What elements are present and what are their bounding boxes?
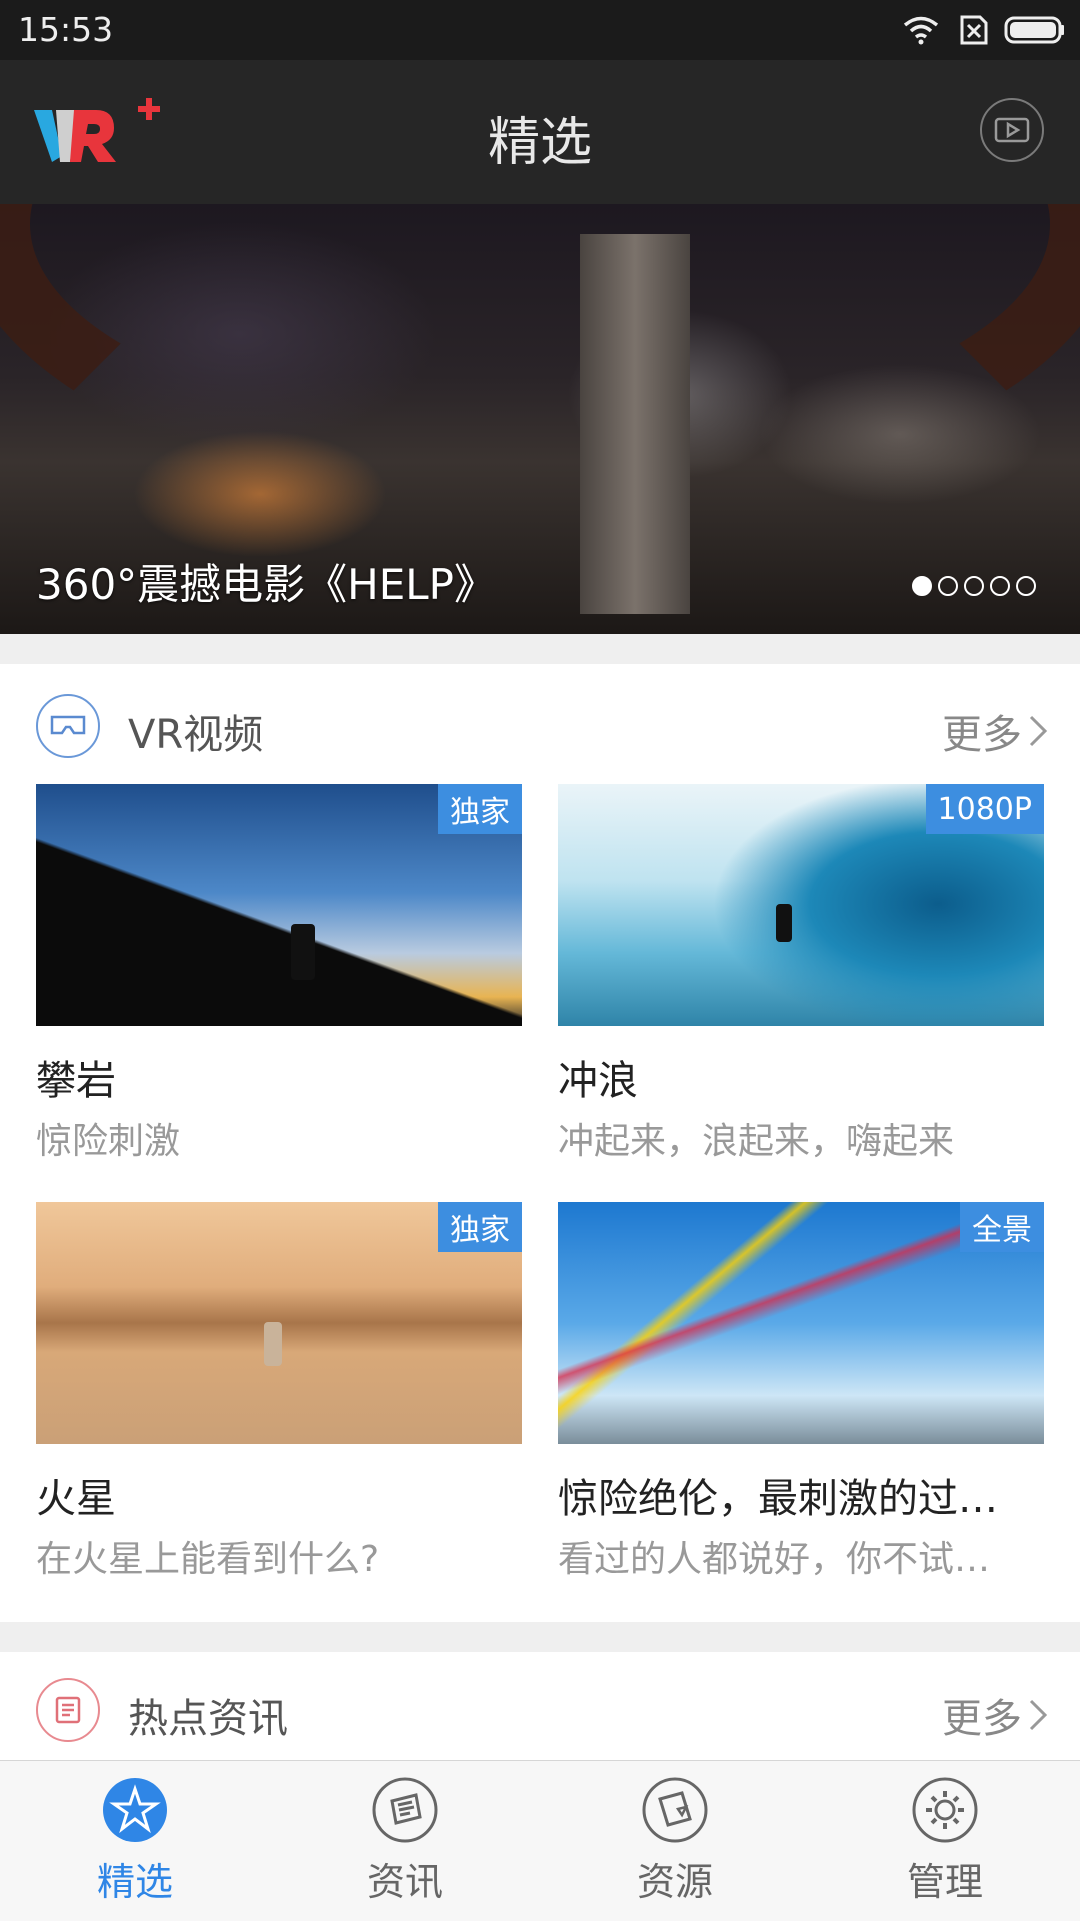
video-title: 火星: [36, 1476, 116, 1522]
wifi-icon: [903, 16, 939, 45]
section-header: VR视频 更多: [0, 664, 1080, 784]
banner-image: [0, 204, 1080, 504]
tab-news[interactable]: 资讯: [315, 1761, 495, 1921]
more-link[interactable]: 更多: [942, 1686, 1048, 1744]
tab-label: 资讯: [366, 1860, 443, 1904]
video-subtitle: 惊险刺激: [36, 1121, 181, 1162]
tab-label: 资源: [636, 1860, 713, 1904]
pagination-dot[interactable]: [964, 576, 984, 596]
news-section: 热点资讯 更多: [0, 1652, 1080, 1760]
banner-pagination: [912, 576, 1036, 596]
bottom-tab-bar: 精选 资讯 资源 管理: [0, 1760, 1080, 1921]
video-subtitle: 看过的人都说好，你不试…: [558, 1539, 991, 1580]
banner-caption: 360°震撼电影《HELP》: [36, 560, 497, 609]
tab-manage[interactable]: 管理: [855, 1761, 1035, 1921]
video-badge: 独家: [438, 784, 522, 834]
resource-icon: [642, 1777, 708, 1843]
video-card[interactable]: 独家 攀岩 惊险刺激: [36, 784, 522, 1164]
star-icon: [103, 1778, 167, 1842]
no-sim-icon: [960, 15, 988, 45]
chevron-right-icon: [1029, 715, 1048, 747]
pagination-dot[interactable]: [1016, 576, 1036, 596]
video-badge: 独家: [438, 1202, 522, 1252]
pagination-dot[interactable]: [938, 576, 958, 596]
video-subtitle: 冲起来，浪起来，嗨起来: [558, 1121, 955, 1162]
pagination-dot[interactable]: [990, 576, 1010, 596]
tab-resources[interactable]: 资源: [585, 1761, 765, 1921]
video-badge: 全景: [960, 1202, 1044, 1252]
status-bar: 15:53: [0, 0, 1080, 60]
chevron-right-icon: [1029, 1699, 1048, 1731]
video-badge: 1080P: [925, 784, 1044, 834]
video-thumbnail: 1080P: [558, 784, 1044, 1026]
video-thumbnail: 全景: [558, 1202, 1044, 1444]
tab-label: 管理: [906, 1860, 983, 1904]
video-thumbnail: 独家: [36, 1202, 522, 1444]
gear-icon: [912, 1777, 978, 1843]
featured-banner[interactable]: 360°震撼电影《HELP》: [0, 204, 1080, 634]
video-title: 惊险绝伦，最刺激的过…: [558, 1476, 998, 1522]
video-thumbnail: 独家: [36, 784, 522, 1026]
status-icons: [902, 12, 1066, 48]
more-link[interactable]: 更多: [942, 702, 1048, 760]
more-label: 更多: [942, 712, 1022, 758]
section-title: VR视频: [128, 712, 264, 758]
page-title: 精选: [487, 113, 592, 173]
video-card[interactable]: 独家 火星 在火星上能看到什么?: [36, 1202, 522, 1582]
surfer-figure: [776, 904, 792, 942]
play-video-icon: [994, 117, 1030, 143]
section-title: 热点资讯: [128, 1696, 288, 1742]
video-title: 攀岩: [36, 1058, 116, 1104]
more-label: 更多: [942, 1696, 1022, 1742]
banner-image-pillar: [580, 234, 690, 614]
video-subtitle: 在火星上能看到什么?: [36, 1539, 380, 1580]
tab-featured[interactable]: 精选: [45, 1761, 225, 1921]
pagination-dot[interactable]: [912, 576, 932, 596]
vr-video-section: VR视频 更多 独家 攀岩 惊险刺激 1080P 冲浪 冲起来，浪起来，嗨起来 …: [0, 664, 1080, 1622]
status-time: 15:53: [18, 10, 114, 49]
section-header: 热点资讯 更多: [0, 1652, 1080, 1772]
news-doc-icon: [36, 1678, 100, 1742]
astronaut-figure: [264, 1322, 282, 1366]
climber-figure: [291, 924, 315, 980]
app-bar: 精选: [0, 60, 1080, 204]
video-history-button[interactable]: [980, 98, 1044, 162]
video-card[interactable]: 全景 惊险绝伦，最刺激的过… 看过的人都说好，你不试…: [558, 1202, 1044, 1582]
video-card[interactable]: 1080P 冲浪 冲起来，浪起来，嗨起来: [558, 784, 1044, 1164]
news-icon: [372, 1777, 438, 1843]
battery-icon: [1004, 16, 1064, 44]
tab-label: 精选: [96, 1860, 173, 1904]
video-title: 冲浪: [558, 1058, 638, 1104]
vr-headset-icon: [36, 694, 100, 758]
